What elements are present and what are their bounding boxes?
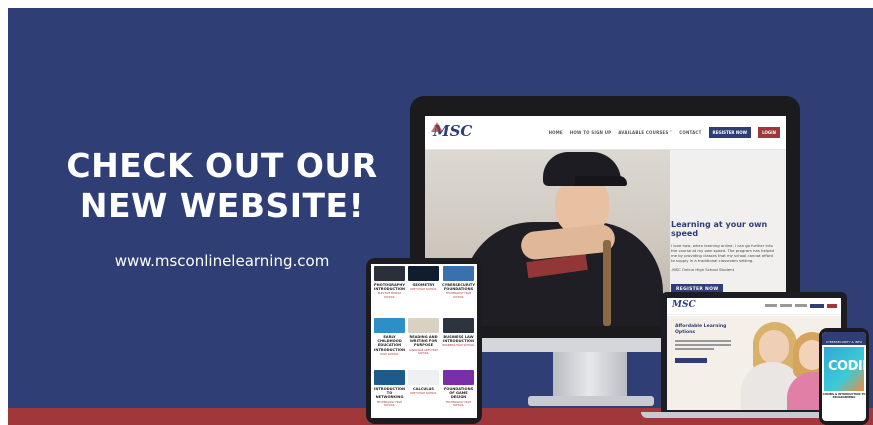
course-card[interactable]: READING AND WRITING FOR PURPOSE LANGUAGE…	[408, 318, 440, 368]
hero-copy: Learning at your own speed I love how, w…	[671, 220, 777, 295]
laptop-hero-text	[675, 340, 731, 352]
course-thumbnail	[374, 266, 405, 281]
msc-logo[interactable]: MSC	[431, 122, 472, 140]
phone-navbar	[822, 332, 866, 339]
course-category: MATH HIGH SCHOOL	[410, 288, 437, 292]
laptop-nav-link[interactable]	[765, 304, 777, 307]
course-thumbnail	[443, 318, 474, 333]
course-card[interactable]: EARLY CHILDHOOD EDUCATION INTRODUCTION H…	[374, 318, 405, 368]
course-title: FOUNDATIONS OF GAME DESIGN	[443, 387, 474, 400]
hero-attribution: -MSC Online High School Student	[671, 267, 735, 272]
tablet-device: PHOTOGRAPHY INTRODUCTION ELECTIVE MIDDLE…	[366, 258, 482, 424]
course-title: GEOMETRY	[412, 283, 435, 287]
course-category: TECHNOLOGY HIGH SCHOOL	[376, 400, 403, 408]
course-title: CALCULUS	[413, 387, 434, 391]
hero-title: Learning at your own speed	[671, 220, 768, 238]
phone-course-title: CODING & INTRODUCTION TO PROGRAMMING	[822, 393, 866, 400]
course-category: HIGH SCHOOL	[380, 352, 399, 356]
laptop-nav-links	[765, 304, 837, 308]
monitor-stand	[553, 352, 627, 400]
text-line	[675, 348, 715, 350]
coding-word: CODIN	[828, 359, 866, 374]
register-now-button[interactable]: REGISTER NOW	[708, 127, 752, 138]
nav-contact[interactable]: CONTACT	[679, 130, 701, 135]
hero-testimonial: I love how, when learning online, I can …	[671, 243, 774, 263]
course-thumbnail	[408, 266, 440, 281]
laptop-nav-link[interactable]	[795, 304, 807, 307]
course-category: TECHNOLOGY HIGH SCHOOL	[445, 292, 472, 299]
course-card[interactable]: BUSINESS LAW INTRODUCTION BUSINESS HIGH …	[442, 318, 475, 368]
logo-mark-icon	[431, 122, 443, 132]
course-title: INTRODUCTION TO NETWORKING	[374, 387, 406, 400]
course-card[interactable]: PHOTOGRAPHY INTRODUCTION ELECTIVE MIDDLE…	[374, 266, 405, 316]
laptop-login-button[interactable]	[827, 304, 837, 308]
nav-available-courses[interactable]: AVAILABLE COURSES ˅	[618, 130, 672, 135]
laptop-navbar: MSC	[667, 298, 841, 315]
laptop-cta-button[interactable]	[675, 358, 707, 363]
laptop-msc-logo[interactable]: MSC	[672, 300, 696, 310]
laptop-hero-title: Affordable Learning Options	[675, 324, 727, 335]
course-title: PHOTOGRAPHY INTRODUCTION	[374, 283, 406, 292]
site-navbar: MSC HOME HOW TO SIGN UP AVAILABLE COURSE…	[425, 116, 786, 150]
course-thumbnail	[374, 318, 405, 333]
course-title: BUSINESS LAW INTRODUCTION	[442, 335, 474, 344]
course-thumbnail	[408, 370, 440, 385]
coding-course-image[interactable]: CODIN	[824, 347, 866, 391]
course-category: ELECTIVE MIDDLE SCHOOL	[377, 292, 402, 299]
course-category: BUSINESS HIGH SCHOOL	[442, 344, 475, 348]
laptop-register-button[interactable]	[810, 304, 824, 308]
headline-line-2: NEW WEBSITE!	[79, 186, 365, 225]
monitor-base	[528, 396, 654, 406]
baseball-bat	[603, 240, 611, 326]
course-card[interactable]: CALCULUS MATH HIGH SCHOOL	[408, 370, 440, 418]
course-card[interactable]: INTRODUCTION TO NETWORKING TECHNOLOGY HI…	[374, 370, 405, 418]
nav-links: HOME HOW TO SIGN UP AVAILABLE COURSES ˅ …	[549, 127, 780, 138]
nav-home[interactable]: HOME	[549, 130, 563, 135]
course-thumbnail	[374, 370, 405, 385]
course-title: CYBERSECURITY FOUNDATIONS	[442, 283, 475, 292]
course-category: MATH HIGH SCHOOL	[410, 392, 437, 396]
course-grid: PHOTOGRAPHY INTRODUCTION ELECTIVE MIDDLE…	[374, 266, 475, 418]
laptop-nav-link[interactable]	[780, 304, 792, 307]
course-thumbnail	[443, 370, 474, 385]
course-category: LANGUAGE ARTS HIGH SCHOOL	[408, 348, 439, 356]
headline-line-1: CHECK OUT OUR	[66, 146, 378, 185]
course-card[interactable]: FOUNDATIONS OF GAME DESIGN TECHNOLOGY HI…	[442, 370, 475, 418]
course-title: EARLY CHILDHOOD EDUCATION INTRODUCTION	[374, 335, 406, 352]
phone-screen: CYBERSECURITY & INFO CODIN CODING & INTR…	[822, 332, 866, 421]
course-thumbnail	[408, 318, 440, 333]
course-card[interactable]: GEOMETRY MATH HIGH SCHOOL	[408, 266, 440, 316]
course-title: READING AND WRITING FOR PURPOSE	[409, 335, 438, 348]
cap-brim	[575, 176, 627, 186]
tablet-screen: PHOTOGRAPHY INTRODUCTION ELECTIVE MIDDLE…	[371, 264, 477, 418]
tutor-face	[759, 330, 789, 364]
text-line	[675, 340, 731, 342]
course-category: TECHNOLOGY HIGH SCHOOL	[445, 400, 472, 408]
phone-header: CYBERSECURITY & INFO	[822, 339, 866, 345]
nav-how-to-sign-up[interactable]: HOW TO SIGN UP	[570, 130, 611, 135]
course-thumbnail	[443, 266, 474, 281]
text-line	[675, 344, 731, 346]
laptop-screen: MSC Affordable Learning Options	[667, 298, 841, 410]
login-button[interactable]: LOGIN	[758, 127, 780, 138]
headline: CHECK OUT OUR NEW WEBSITE!	[14, 146, 430, 226]
phone-device: CYBERSECURITY & INFO CODIN CODING & INTR…	[819, 328, 869, 425]
course-card[interactable]: CYBERSECURITY FOUNDATIONS TECHNOLOGY HIG…	[442, 266, 475, 316]
